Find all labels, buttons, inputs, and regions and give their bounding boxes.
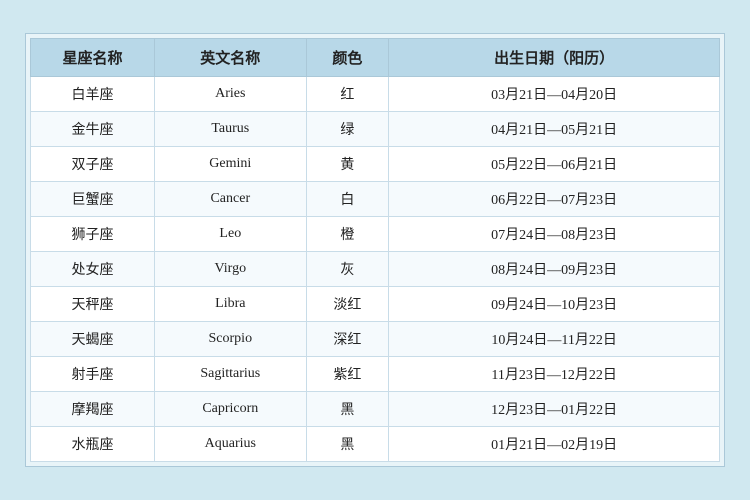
cell-chinese: 摩羯座 xyxy=(31,392,155,427)
cell-color: 深红 xyxy=(306,322,389,357)
cell-date: 12月23日—01月22日 xyxy=(389,392,720,427)
cell-chinese: 处女座 xyxy=(31,252,155,287)
cell-date: 08月24日—09月23日 xyxy=(389,252,720,287)
cell-english: Aquarius xyxy=(155,427,307,462)
table-row: 处女座Virgo灰08月24日—09月23日 xyxy=(31,252,720,287)
cell-chinese: 白羊座 xyxy=(31,77,155,112)
cell-color: 红 xyxy=(306,77,389,112)
table-header-row: 星座名称 英文名称 颜色 出生日期（阳历） xyxy=(31,39,720,77)
cell-color: 紫红 xyxy=(306,357,389,392)
cell-color: 绿 xyxy=(306,112,389,147)
cell-color: 黑 xyxy=(306,427,389,462)
cell-chinese: 射手座 xyxy=(31,357,155,392)
cell-english: Cancer xyxy=(155,182,307,217)
cell-english: Gemini xyxy=(155,147,307,182)
cell-date: 03月21日—04月20日 xyxy=(389,77,720,112)
cell-color: 橙 xyxy=(306,217,389,252)
cell-color: 灰 xyxy=(306,252,389,287)
cell-chinese: 双子座 xyxy=(31,147,155,182)
cell-date: 06月22日—07月23日 xyxy=(389,182,720,217)
cell-color: 淡红 xyxy=(306,287,389,322)
cell-chinese: 天蝎座 xyxy=(31,322,155,357)
zodiac-table: 星座名称 英文名称 颜色 出生日期（阳历） 白羊座Aries红03月21日—04… xyxy=(30,38,720,462)
header-chinese: 星座名称 xyxy=(31,39,155,77)
cell-date: 10月24日—11月22日 xyxy=(389,322,720,357)
cell-english: Scorpio xyxy=(155,322,307,357)
cell-date: 11月23日—12月22日 xyxy=(389,357,720,392)
cell-date: 09月24日—10月23日 xyxy=(389,287,720,322)
cell-date: 07月24日—08月23日 xyxy=(389,217,720,252)
cell-english: Capricorn xyxy=(155,392,307,427)
header-date: 出生日期（阳历） xyxy=(389,39,720,77)
cell-chinese: 天秤座 xyxy=(31,287,155,322)
cell-date: 01月21日—02月19日 xyxy=(389,427,720,462)
table-row: 水瓶座Aquarius黑01月21日—02月19日 xyxy=(31,427,720,462)
table-row: 双子座Gemini黄05月22日—06月21日 xyxy=(31,147,720,182)
cell-chinese: 狮子座 xyxy=(31,217,155,252)
cell-color: 白 xyxy=(306,182,389,217)
cell-chinese: 金牛座 xyxy=(31,112,155,147)
table-row: 巨蟹座Cancer白06月22日—07月23日 xyxy=(31,182,720,217)
cell-date: 04月21日—05月21日 xyxy=(389,112,720,147)
cell-color: 黄 xyxy=(306,147,389,182)
cell-english: Virgo xyxy=(155,252,307,287)
cell-english: Taurus xyxy=(155,112,307,147)
cell-english: Libra xyxy=(155,287,307,322)
table-row: 白羊座Aries红03月21日—04月20日 xyxy=(31,77,720,112)
cell-chinese: 水瓶座 xyxy=(31,427,155,462)
table-row: 天秤座Libra淡红09月24日—10月23日 xyxy=(31,287,720,322)
table-row: 射手座Sagittarius紫红11月23日—12月22日 xyxy=(31,357,720,392)
cell-english: Sagittarius xyxy=(155,357,307,392)
cell-english: Leo xyxy=(155,217,307,252)
table-body: 白羊座Aries红03月21日—04月20日金牛座Taurus绿04月21日—0… xyxy=(31,77,720,462)
table-row: 天蝎座Scorpio深红10月24日—11月22日 xyxy=(31,322,720,357)
cell-color: 黑 xyxy=(306,392,389,427)
zodiac-table-container: 星座名称 英文名称 颜色 出生日期（阳历） 白羊座Aries红03月21日—04… xyxy=(25,33,725,467)
header-english: 英文名称 xyxy=(155,39,307,77)
table-row: 摩羯座Capricorn黑12月23日—01月22日 xyxy=(31,392,720,427)
table-row: 金牛座Taurus绿04月21日—05月21日 xyxy=(31,112,720,147)
header-color: 颜色 xyxy=(306,39,389,77)
cell-date: 05月22日—06月21日 xyxy=(389,147,720,182)
table-row: 狮子座Leo橙07月24日—08月23日 xyxy=(31,217,720,252)
cell-chinese: 巨蟹座 xyxy=(31,182,155,217)
cell-english: Aries xyxy=(155,77,307,112)
